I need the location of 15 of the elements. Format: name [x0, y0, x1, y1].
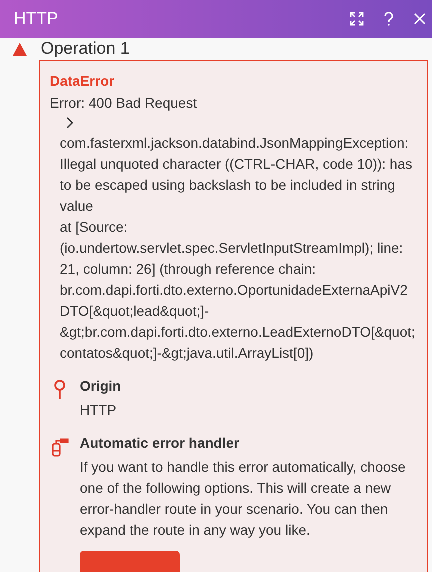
chevron-icon[interactable]: [66, 117, 74, 129]
section-text: If you want to handle this error automatically, choose one of the following options. This will create a new error-handler route in your scenario. You can then expand the route in any way you like.: [80, 458, 407, 540]
section-title: Automatic error handler: [80, 435, 240, 451]
expand-icon[interactable]: [350, 12, 364, 26]
operation-label[interactable]: Operation 1: [41, 39, 130, 59]
window-title: HTTP: [14, 9, 58, 29]
help-icon[interactable]: [384, 12, 394, 26]
close-icon[interactable]: [414, 13, 426, 25]
extinguisher-icon: [50, 437, 70, 457]
error-summary: Error: 400 Bad Request: [50, 95, 198, 111]
section-text: HTTP: [80, 401, 118, 420]
warning-icon: [13, 42, 27, 56]
error-detail: com.fasterxml.jackson.databind.JsonMappingException: Illegal unquoted character ((CTRL-CHAR, code 10)): has to be escaped using backslash to be included in string value at [Source: (io.undertow.servlet.spec.ServletInputStreamImpl); line: 21, column: 26] (through reference chain: br.com.dapi.forti.dto.externo.OportunidadeExternaApiV2DTO[&quot;lead&quot;]-&gt;br.com.dapi.forti.dto.externo.LeadExternoDTO[&quot;contatos&quot;]-&gt;java.util.ArrayList[0]): [59, 134, 416, 363]
section-title: Origin: [80, 378, 122, 394]
error-type: DataError: [50, 73, 116, 89]
